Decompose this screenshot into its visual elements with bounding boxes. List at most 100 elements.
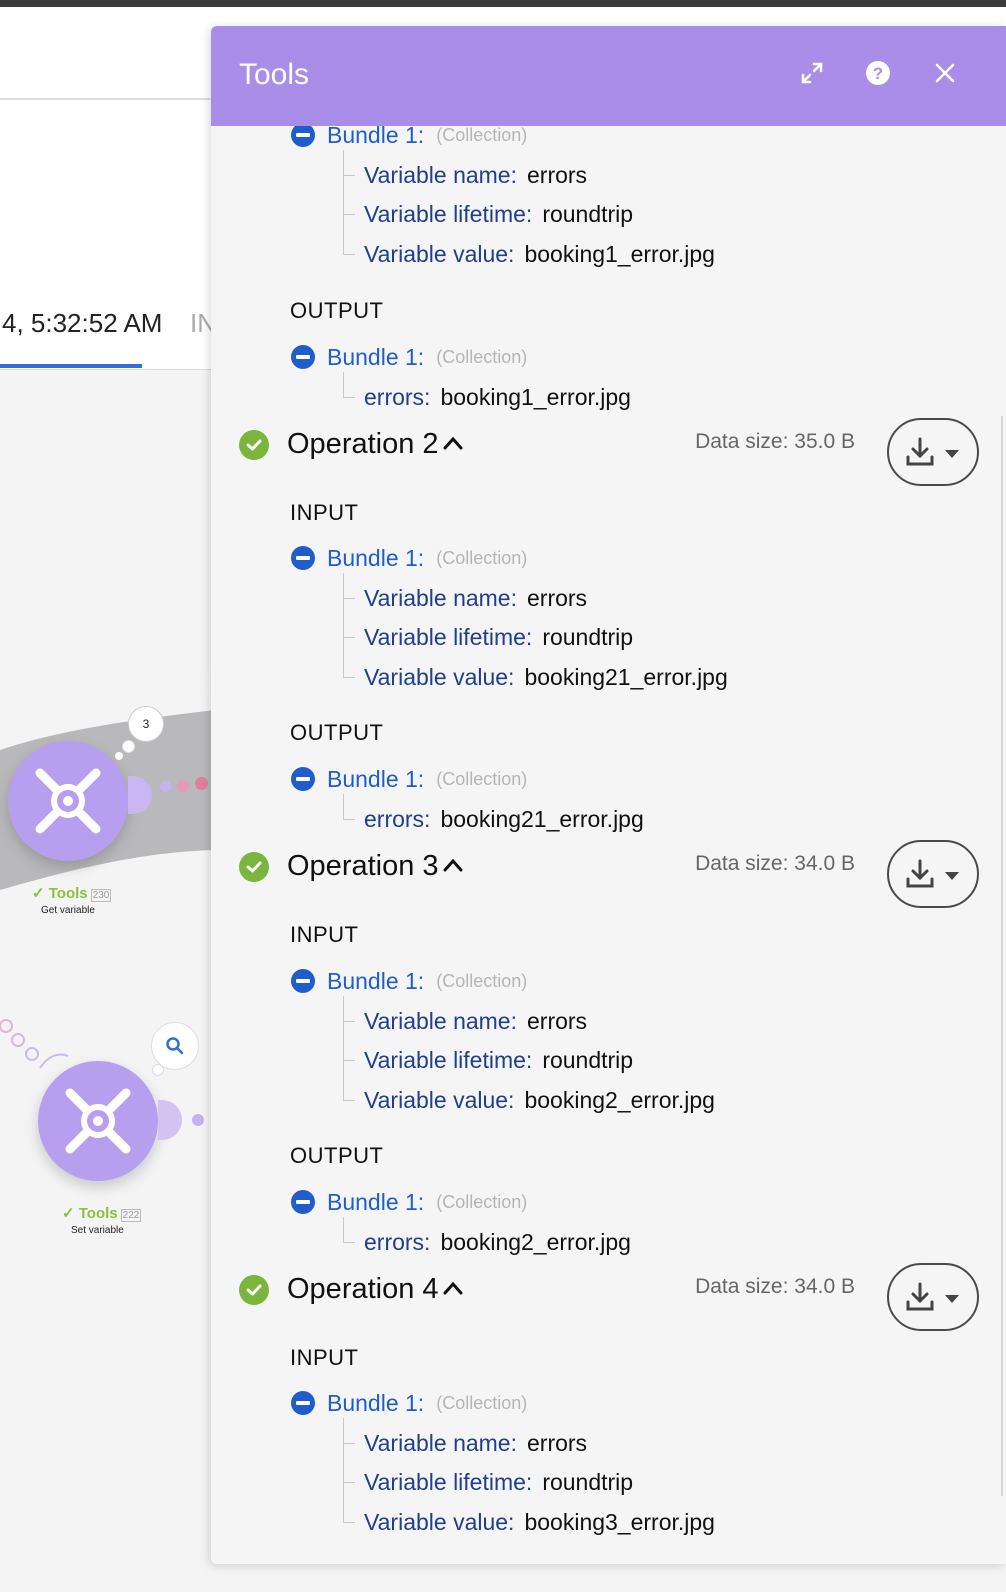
- chevron-up-icon[interactable]: [443, 436, 463, 450]
- chevron-up-icon[interactable]: [443, 858, 463, 872]
- input-heading: INPUT: [290, 922, 359, 947]
- collapse-icon[interactable]: [291, 126, 315, 147]
- module-id: 222: [120, 1209, 142, 1222]
- tree-line: [343, 573, 344, 677]
- bundle-label[interactable]: Bundle 1:: [327, 968, 424, 995]
- module-app-label: ✓ Tools 230: [32, 885, 112, 902]
- download-button[interactable]: [887, 840, 979, 908]
- bundle-inspector-panel: Tools ? Bundle 1: (Collection) Variable …: [211, 26, 1006, 1564]
- collapse-icon[interactable]: [291, 1391, 315, 1415]
- bundle-label[interactable]: Bundle 1:: [327, 1390, 424, 1417]
- tools-icon: [65, 1088, 131, 1154]
- connector-dot: [195, 777, 208, 790]
- connector-dot: [192, 1114, 204, 1126]
- variable-value-field: Variable value: booking21_error.jpg: [364, 664, 728, 690]
- tree-line: [343, 150, 344, 254]
- tree-branch: [343, 214, 355, 215]
- check-icon: ✓: [32, 885, 45, 902]
- thought-bubble: 3: [128, 706, 164, 742]
- data-size-label: Data size: 35.0 B: [695, 430, 855, 453]
- bundle-label[interactable]: Bundle 1:: [327, 1189, 424, 1216]
- expand-icon: [801, 62, 823, 84]
- connector-dot: [160, 781, 171, 792]
- download-icon: [906, 859, 959, 888]
- module-id: 230: [90, 889, 112, 902]
- bundle-row: Bundle 1: (Collection): [291, 342, 527, 372]
- operation-header: Operation 4 Data size: 34.0 B: [239, 1263, 979, 1333]
- tree-branch: [343, 1522, 355, 1523]
- bundle-row: Bundle 1: (Collection): [291, 966, 527, 996]
- input-heading: INPUT: [290, 500, 359, 525]
- collapse-icon[interactable]: [291, 767, 315, 791]
- operation-header: Operation 2 Data size: 35.0 B: [239, 418, 979, 488]
- output-heading: OUTPUT: [290, 720, 384, 745]
- tree-branch: [343, 1443, 355, 1444]
- browser-top-strip: [0, 0, 1006, 7]
- variable-lifetime-field: Variable lifetime: roundtrip: [364, 624, 634, 650]
- chevron-up-icon[interactable]: [443, 1281, 463, 1295]
- tree-branch: [343, 1021, 355, 1022]
- panel-scroll-body[interactable]: Bundle 1: (Collection) Variable name: err…: [211, 126, 1006, 1564]
- bundle-type: (Collection): [436, 346, 528, 367]
- tree-branch: [343, 1100, 355, 1101]
- close-icon: [935, 63, 955, 83]
- bundle-type: (Collection): [436, 970, 528, 991]
- module-app-label: ✓ Tools 222: [62, 1205, 142, 1222]
- download-icon: [906, 1282, 959, 1311]
- variable-name-field: Variable name: errors: [364, 1430, 588, 1456]
- svg-text:?: ?: [873, 64, 883, 83]
- tree-branch: [343, 175, 355, 176]
- help-button[interactable]: ?: [861, 56, 895, 90]
- bundle-row: Bundle 1: (Collection): [291, 1187, 527, 1217]
- bundle-type: (Collection): [436, 547, 528, 568]
- output-errors-field: errors: booking21_error.jpg: [364, 806, 644, 832]
- operation-title[interactable]: Operation 4: [287, 1273, 439, 1306]
- bundle-type: (Collection): [436, 1392, 528, 1413]
- tree-branch: [343, 637, 355, 638]
- history-timestamp[interactable]: 4, 5:32:52 AM: [2, 308, 162, 339]
- tools-icon: [35, 768, 101, 834]
- bundle-label[interactable]: Bundle 1:: [327, 126, 424, 149]
- tree-branch: [343, 1060, 355, 1061]
- expand-button[interactable]: [795, 56, 829, 90]
- bundle-row: Bundle 1: (Collection): [291, 1388, 527, 1418]
- tree-line: [343, 372, 344, 397]
- search-icon: [166, 1037, 184, 1055]
- variable-lifetime-field: Variable lifetime: roundtrip: [364, 1469, 634, 1495]
- bundle-label[interactable]: Bundle 1:: [327, 545, 424, 572]
- variable-name-field: Variable name: errors: [364, 585, 588, 611]
- success-check-icon: [239, 1275, 269, 1305]
- variable-value-field: Variable value: booking1_error.jpg: [364, 241, 715, 267]
- connector-dot: [177, 780, 189, 792]
- collapse-icon[interactable]: [291, 345, 315, 369]
- tools-module-get-variable[interactable]: [8, 741, 128, 861]
- data-size-label: Data size: 34.0 B: [695, 1275, 855, 1298]
- collapse-icon[interactable]: [291, 1190, 315, 1214]
- tree-line: [343, 1217, 344, 1242]
- bundle-label[interactable]: Bundle 1:: [327, 344, 424, 371]
- download-button[interactable]: [887, 1263, 979, 1331]
- scrollbar-track[interactable]: [1001, 416, 1003, 1496]
- bundle-label[interactable]: Bundle 1:: [327, 766, 424, 793]
- help-icon: ?: [866, 61, 890, 85]
- tree-branch: [343, 254, 355, 255]
- search-bubble[interactable]: [151, 1022, 199, 1070]
- bundle-type: (Collection): [436, 1191, 528, 1212]
- check-icon: ✓: [62, 1205, 75, 1222]
- variable-lifetime-field: Variable lifetime: roundtrip: [364, 201, 634, 227]
- collapse-icon[interactable]: [291, 969, 315, 993]
- active-tab-indicator: [0, 364, 142, 368]
- panel-pointer: [193, 667, 213, 703]
- download-button[interactable]: [887, 418, 979, 486]
- collapse-icon[interactable]: [291, 546, 315, 570]
- close-button[interactable]: [928, 56, 962, 90]
- operation-title[interactable]: Operation 3: [287, 850, 439, 883]
- variable-value-field: Variable value: booking3_error.jpg: [364, 1509, 715, 1535]
- success-check-icon: [239, 430, 269, 460]
- operation-title[interactable]: Operation 2: [287, 428, 439, 461]
- panel-title: Tools: [239, 58, 310, 91]
- tree-line: [343, 1418, 344, 1522]
- bundle-count-badge: 3: [142, 717, 150, 731]
- tools-module-set-variable[interactable]: [38, 1061, 158, 1181]
- tree-branch: [343, 677, 355, 678]
